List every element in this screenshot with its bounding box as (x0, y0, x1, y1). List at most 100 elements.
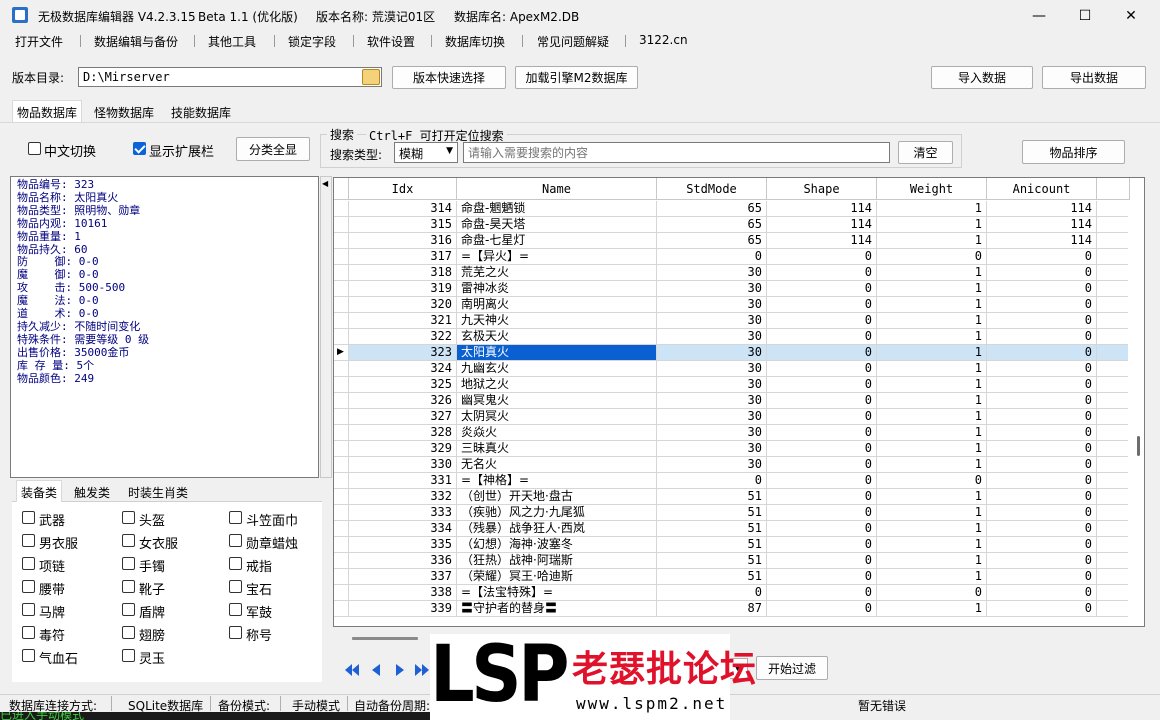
grid-cell-weight[interactable]: 1 (877, 393, 987, 409)
grid-cell-anicount[interactable]: 0 (987, 601, 1097, 617)
grid-cell-idx[interactable]: 327 (349, 409, 457, 425)
tab-fashion-zodiac[interactable]: 时装生肖类 (124, 481, 192, 503)
nav-next-icon[interactable] (392, 662, 408, 678)
grid-cell-idx[interactable]: 328 (349, 425, 457, 441)
row-indicator[interactable] (334, 201, 349, 217)
grid-cell-anicount[interactable]: 0 (987, 457, 1097, 473)
grid-cell-idx[interactable]: 333 (349, 505, 457, 521)
grid-cell-idx[interactable]: 330 (349, 457, 457, 473)
grid-cell-weight[interactable]: 1 (877, 377, 987, 393)
category-checkbox[interactable] (229, 603, 242, 616)
table-row[interactable]: 336 （狂热）战神·阿瑞斯 51 0 1 0 (334, 553, 1130, 569)
table-row[interactable]: 324 九幽玄火 30 0 1 0 (334, 361, 1130, 377)
row-indicator[interactable]: ▶ (334, 345, 349, 361)
grid-cell-weight[interactable]: 0 (877, 249, 987, 265)
table-row[interactable]: 332 （创世）开天地·盘古 51 0 1 0 (334, 489, 1130, 505)
grid-cell-name[interactable]: 九天神火 (457, 313, 657, 329)
table-row[interactable]: 316 命盘-七星灯 65 114 1 114 (334, 233, 1130, 249)
category-checkbox[interactable] (229, 534, 242, 547)
category-checkbox[interactable] (229, 626, 242, 639)
grid-cell-anicount[interactable]: 0 (987, 425, 1097, 441)
grid-cell-name[interactable]: （创世）开天地·盘古 (457, 489, 657, 505)
row-indicator[interactable] (334, 489, 349, 505)
grid-cell-shape[interactable]: 0 (767, 585, 877, 601)
grid-cell-shape[interactable]: 0 (767, 281, 877, 297)
grid-cell-shape[interactable]: 0 (767, 473, 877, 489)
grid-cell-stdmode[interactable]: 30 (657, 409, 767, 425)
table-row[interactable]: 318 荒芜之火 30 0 1 0 (334, 265, 1130, 281)
version-dir-input[interactable]: D:\Mirserver (78, 67, 382, 87)
menu-settings[interactable]: 软件设置 (367, 33, 415, 50)
grid-cell-anicount[interactable]: 0 (987, 537, 1097, 553)
grid-cell-idx[interactable]: 320 (349, 297, 457, 313)
table-row[interactable]: 327 太阴冥火 30 0 1 0 (334, 409, 1130, 425)
grid-cell-shape[interactable]: 0 (767, 521, 877, 537)
grid-cell-stdmode[interactable]: 51 (657, 553, 767, 569)
category-checkbox[interactable] (22, 626, 35, 639)
table-row[interactable]: 320 南明离火 30 0 1 0 (334, 297, 1130, 313)
folder-icon[interactable] (362, 69, 380, 85)
table-row[interactable]: 315 命盘-昊天塔 65 114 1 114 (334, 217, 1130, 233)
grid-cell-shape[interactable]: 0 (767, 249, 877, 265)
import-button[interactable]: 导入数据 (931, 66, 1033, 89)
table-row[interactable]: 317 =【异火】= 0 0 0 0 (334, 249, 1130, 265)
grid-cell-name[interactable]: 炎焱火 (457, 425, 657, 441)
row-indicator[interactable] (334, 569, 349, 585)
row-indicator[interactable] (334, 265, 349, 281)
load-db-button[interactable]: 加载引擎M2数据库 (515, 66, 638, 89)
grid-cell-idx[interactable]: 331 (349, 473, 457, 489)
grid-cell-shape[interactable]: 0 (767, 361, 877, 377)
grid-cell-idx[interactable]: 322 (349, 329, 457, 345)
grid-cell-shape[interactable]: 0 (767, 457, 877, 473)
category-checkbox[interactable] (22, 534, 35, 547)
row-indicator[interactable] (334, 329, 349, 345)
category-checkbox[interactable] (22, 649, 35, 662)
grid-cell-stdmode[interactable]: 30 (657, 393, 767, 409)
grid-cell-anicount[interactable]: 114 (987, 201, 1097, 217)
grid-cell-weight[interactable]: 1 (877, 505, 987, 521)
category-checkbox[interactable] (229, 511, 242, 524)
grid-cell-weight[interactable]: 1 (877, 521, 987, 537)
grid-cell-weight[interactable]: 1 (877, 265, 987, 281)
grid-cell-idx[interactable]: 324 (349, 361, 457, 377)
grid-cell-shape[interactable]: 0 (767, 377, 877, 393)
table-row[interactable]: ▶ 323 太阳真火 30 0 1 0 (334, 345, 1130, 361)
grid-cell-shape[interactable]: 0 (767, 441, 877, 457)
grid-cell-stdmode[interactable]: 51 (657, 537, 767, 553)
grid-cell-stdmode[interactable]: 65 (657, 233, 767, 249)
grid-cell-anicount[interactable]: 0 (987, 489, 1097, 505)
nav-last-icon[interactable] (414, 662, 430, 678)
grid-cell-idx[interactable]: 323 (349, 345, 457, 361)
grid-cell-shape[interactable]: 0 (767, 601, 877, 617)
grid-cell-shape[interactable]: 0 (767, 409, 877, 425)
table-row[interactable]: 333 （疾驰）风之力·九尾狐 51 0 1 0 (334, 505, 1130, 521)
grid-cell-anicount[interactable]: 0 (987, 361, 1097, 377)
grid-cell-weight[interactable]: 1 (877, 601, 987, 617)
grid-cell-shape[interactable]: 114 (767, 201, 877, 217)
grid-cell-idx[interactable]: 321 (349, 313, 457, 329)
nav-first-icon[interactable] (344, 662, 360, 678)
tab-trigger[interactable]: 触发类 (70, 481, 114, 503)
table-row[interactable]: 331 =【神格】= 0 0 0 0 (334, 473, 1130, 489)
category-checkbox[interactable] (22, 603, 35, 616)
grid-cell-stdmode[interactable]: 51 (657, 569, 767, 585)
category-checkbox[interactable] (229, 557, 242, 570)
grid-cell-anicount[interactable]: 0 (987, 329, 1097, 345)
grid-cell-stdmode[interactable]: 30 (657, 265, 767, 281)
hscroll-thumb[interactable] (352, 637, 418, 640)
category-checkbox[interactable] (122, 511, 135, 524)
grid-cell-name[interactable]: 〓守护者的替身〓 (457, 601, 657, 617)
grid-cell-shape[interactable]: 114 (767, 217, 877, 233)
minimize-icon[interactable]: — (1016, 0, 1062, 31)
sort-button[interactable]: 物品排序 (1022, 140, 1125, 164)
grid-cell-name[interactable]: 命盘-七星灯 (457, 233, 657, 249)
grid-cell-idx[interactable]: 314 (349, 201, 457, 217)
row-indicator[interactable] (334, 281, 349, 297)
table-row[interactable]: 322 玄极天火 30 0 1 0 (334, 329, 1130, 345)
grid-cell-idx[interactable]: 318 (349, 265, 457, 281)
maximize-icon[interactable]: ☐ (1062, 0, 1108, 31)
grid-cell-stdmode[interactable]: 51 (657, 505, 767, 521)
grid-cell-shape[interactable]: 0 (767, 345, 877, 361)
grid-cell-anicount[interactable]: 0 (987, 505, 1097, 521)
grid-cell-name[interactable]: 荒芜之火 (457, 265, 657, 281)
